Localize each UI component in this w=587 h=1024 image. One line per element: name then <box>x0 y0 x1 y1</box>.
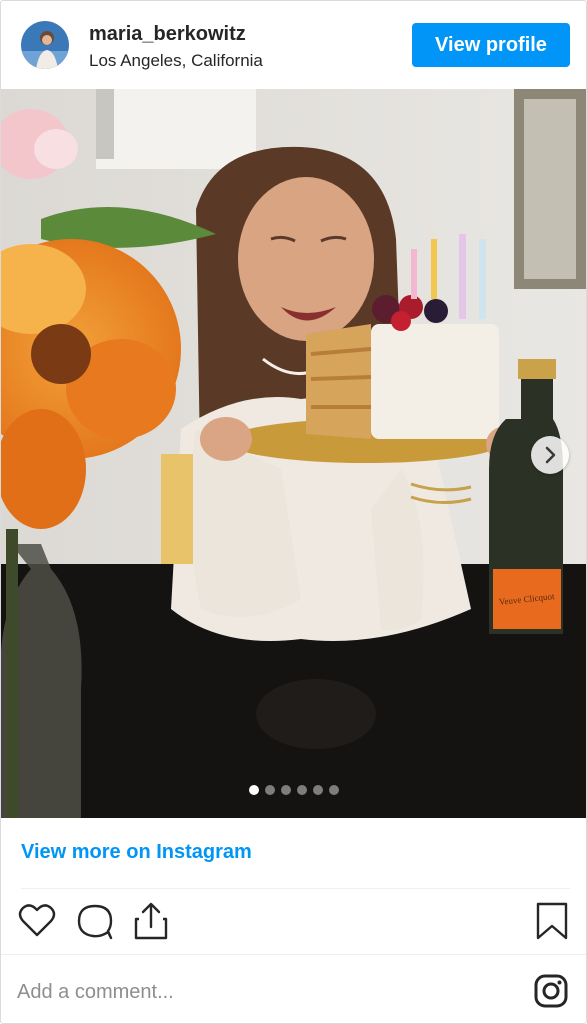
heart-icon[interactable] <box>17 901 57 941</box>
next-slide-button[interactable] <box>531 436 569 474</box>
chevron-right-icon <box>545 446 556 464</box>
carousel-dot <box>248 785 259 795</box>
carousel-indicator <box>1 785 586 795</box>
divider <box>21 888 570 889</box>
carousel-dot <box>280 785 291 795</box>
location-label[interactable]: Los Angeles, California <box>89 51 263 71</box>
carousel-dot <box>328 785 339 795</box>
instagram-embed-card: maria_berkowitz Los Angeles, California … <box>0 0 587 1024</box>
view-more-link[interactable]: View more on Instagram <box>21 841 252 864</box>
instagram-icon[interactable] <box>533 973 569 1009</box>
share-icon[interactable] <box>131 901 171 941</box>
comment-icon[interactable] <box>75 901 115 941</box>
bookmark-icon[interactable] <box>532 901 572 941</box>
view-profile-button[interactable]: View profile <box>412 23 570 67</box>
divider <box>1 954 586 955</box>
comment-input[interactable] <box>17 973 497 1011</box>
post-header: maria_berkowitz Los Angeles, California … <box>1 1 586 89</box>
post-image[interactable]: Veuve Clicquot <box>1 89 586 818</box>
carousel-dot <box>312 785 323 795</box>
username[interactable]: maria_berkowitz <box>89 23 246 46</box>
carousel-dot <box>264 785 275 795</box>
carousel-dot <box>296 785 307 795</box>
avatar[interactable] <box>21 21 69 69</box>
